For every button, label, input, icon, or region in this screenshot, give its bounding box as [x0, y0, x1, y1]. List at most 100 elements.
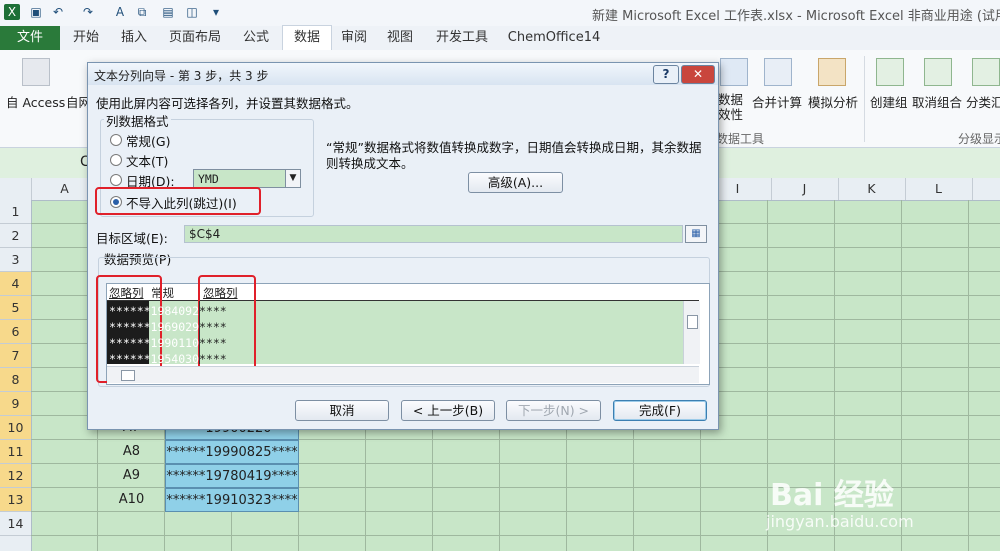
format-group-label: 列数据格式 [104, 111, 171, 130]
data-preview[interactable]: 忽略列 常规 忽略列 ******1984092 **** ******1969… [106, 283, 710, 385]
tab-chemoffice[interactable]: ChemOffice14 [504, 26, 604, 50]
group-button[interactable]: 创建组 [870, 92, 908, 111]
ribbon-tabs: 文件 开始 插入 页面布局 公式 数据 审阅 视图 开发工具 ChemOffic… [0, 25, 1000, 52]
dialog-title-bar[interactable]: 文本分列向导 - 第 3 步，共 3 步 ? ✕ [88, 63, 718, 85]
watermark-url: jingyan.baidu.com [766, 512, 914, 531]
radio-general-label[interactable]: 常规(G) [126, 131, 170, 150]
tab-home[interactable]: 开始 [64, 26, 108, 50]
row-header[interactable]: 7 [0, 344, 31, 368]
cell-c12[interactable]: ******19780419**** [165, 464, 299, 488]
what-if-button[interactable]: 模拟分析 [808, 92, 858, 111]
date-format-select[interactable]: YMD ▼ [193, 169, 301, 188]
data-tools-group-label: 数据工具 [716, 132, 765, 146]
cell-b11[interactable]: A8 [98, 440, 165, 464]
chevron-down-icon[interactable]: ▼ [285, 170, 300, 187]
radio-text-label[interactable]: 文本(T) [126, 151, 168, 170]
row-header[interactable]: 12 [0, 464, 31, 488]
preview-header-row [107, 284, 699, 301]
tab-formulas[interactable]: 公式 [234, 26, 278, 50]
back-button[interactable]: < 上一步(B) [401, 400, 495, 421]
dialog-title: 文本分列向导 - 第 3 步，共 3 步 [94, 69, 269, 83]
redo-icon[interactable]: ↷ [80, 4, 96, 20]
cell-b12[interactable]: A9 [98, 464, 165, 488]
window-title: 新建 Microsoft Excel 工作表.xlsx - Microsoft … [592, 9, 1000, 24]
tab-review[interactable]: 审阅 [334, 26, 374, 50]
access-icon[interactable] [22, 58, 50, 86]
destination-value: $C$4 [189, 227, 221, 241]
cell-c11[interactable]: ******19990825**** [165, 440, 299, 464]
row-header[interactable]: 3 [0, 248, 31, 272]
preview-row-tail: **** [199, 320, 227, 334]
more-icon[interactable]: ▾ [208, 4, 224, 20]
scroll-thumb[interactable] [687, 315, 698, 329]
cancel-button[interactable]: 取消 [295, 400, 389, 421]
tab-page-layout[interactable]: 页面布局 [162, 26, 228, 50]
ungroup-button[interactable]: 取消组合 [912, 92, 962, 111]
destination-input[interactable]: $C$4 [184, 225, 683, 243]
next-button[interactable]: 下一步(N) > [506, 400, 601, 421]
row-header[interactable]: 14 [0, 512, 31, 536]
copy-icon[interactable]: ⧉ [134, 4, 150, 20]
row-headers: 1 2 3 4 5 6 7 8 9 10 11 12 13 14 [0, 200, 32, 551]
watermark-brand: Bai 经验 [770, 478, 894, 513]
preview-row: ******1954030 [109, 352, 200, 366]
tab-file[interactable]: 文件 [0, 26, 60, 50]
consolidate-button[interactable]: 合并计算 [752, 92, 802, 111]
help-icon[interactable]: ? [653, 65, 679, 84]
preview-row-tail: **** [199, 352, 227, 366]
row-header[interactable]: 9 [0, 392, 31, 416]
preview-horizontal-scrollbar[interactable] [107, 366, 699, 383]
paste-icon[interactable]: ▤ [160, 4, 176, 20]
close-icon[interactable]: ✕ [681, 65, 715, 84]
row-header[interactable]: 5 [0, 296, 31, 320]
column-header-k[interactable]: K [838, 178, 906, 200]
subtotal-icon [972, 58, 1000, 86]
date-format-value: YMD [198, 172, 219, 186]
radio-date[interactable] [110, 174, 122, 186]
font-size-icon[interactable]: A [112, 4, 128, 20]
radio-text[interactable] [110, 154, 122, 166]
consolidate-icon [764, 58, 792, 86]
row-header[interactable]: 4 [0, 272, 31, 296]
row-header[interactable]: 8 [0, 368, 31, 392]
data-validation-button[interactable]: 数据 效性 [718, 92, 743, 122]
row-header[interactable]: 11 [0, 440, 31, 464]
dialog-instruction: 使用此屏内容可选择各列，并设置其数据格式。 [96, 96, 359, 111]
preview-row: ******1990110 [109, 336, 200, 350]
from-access-button[interactable]: 自 Access [6, 92, 65, 111]
collapse-dialog-icon[interactable]: ▦ [685, 225, 707, 243]
column-header-l[interactable]: L [905, 178, 973, 200]
select-all-corner[interactable] [0, 178, 32, 200]
destination-label: 目标区域(E): [96, 231, 168, 246]
scroll-thumb[interactable] [121, 370, 135, 381]
row-header[interactable]: 1 [0, 200, 31, 224]
row-header[interactable]: 13 [0, 488, 31, 512]
row-header[interactable]: 6 [0, 320, 31, 344]
text-to-columns-dialog: 文本分列向导 - 第 3 步，共 3 步 ? ✕ 使用此屏内容可选择各列，并设置… [87, 62, 719, 430]
advanced-button[interactable]: 高级(A)... [468, 172, 563, 193]
tab-data[interactable]: 数据 [282, 25, 332, 52]
radio-general[interactable] [110, 134, 122, 146]
tab-developer[interactable]: 开发工具 [428, 26, 496, 50]
ribbon-separator [864, 56, 865, 142]
tab-insert[interactable]: 插入 [112, 26, 156, 50]
group-icon [876, 58, 904, 86]
row-header[interactable]: 2 [0, 224, 31, 248]
finish-button[interactable]: 完成(F) [613, 400, 707, 421]
preview-column-divider [199, 301, 200, 364]
subtotal-button[interactable]: 分类汇 [966, 92, 1000, 111]
camera-icon[interactable]: ◫ [184, 4, 200, 20]
outline-group-label: 分级显示 [958, 132, 1000, 146]
preview-row: ******1969029 [109, 320, 200, 334]
tab-view[interactable]: 视图 [380, 26, 420, 50]
column-header-j[interactable]: J [771, 178, 839, 200]
save-icon[interactable]: ▣ [28, 4, 44, 20]
cell-b13[interactable]: A10 [98, 488, 165, 512]
cell-c13[interactable]: ******19910323**** [165, 488, 299, 512]
undo-icon[interactable]: ↶ [50, 4, 66, 20]
row-header[interactable]: 10 [0, 416, 31, 440]
excel-logo-icon[interactable]: X [4, 4, 20, 20]
preview-vertical-scrollbar[interactable] [683, 301, 700, 364]
annotation-box-skip [95, 187, 261, 215]
what-if-icon [818, 58, 846, 86]
